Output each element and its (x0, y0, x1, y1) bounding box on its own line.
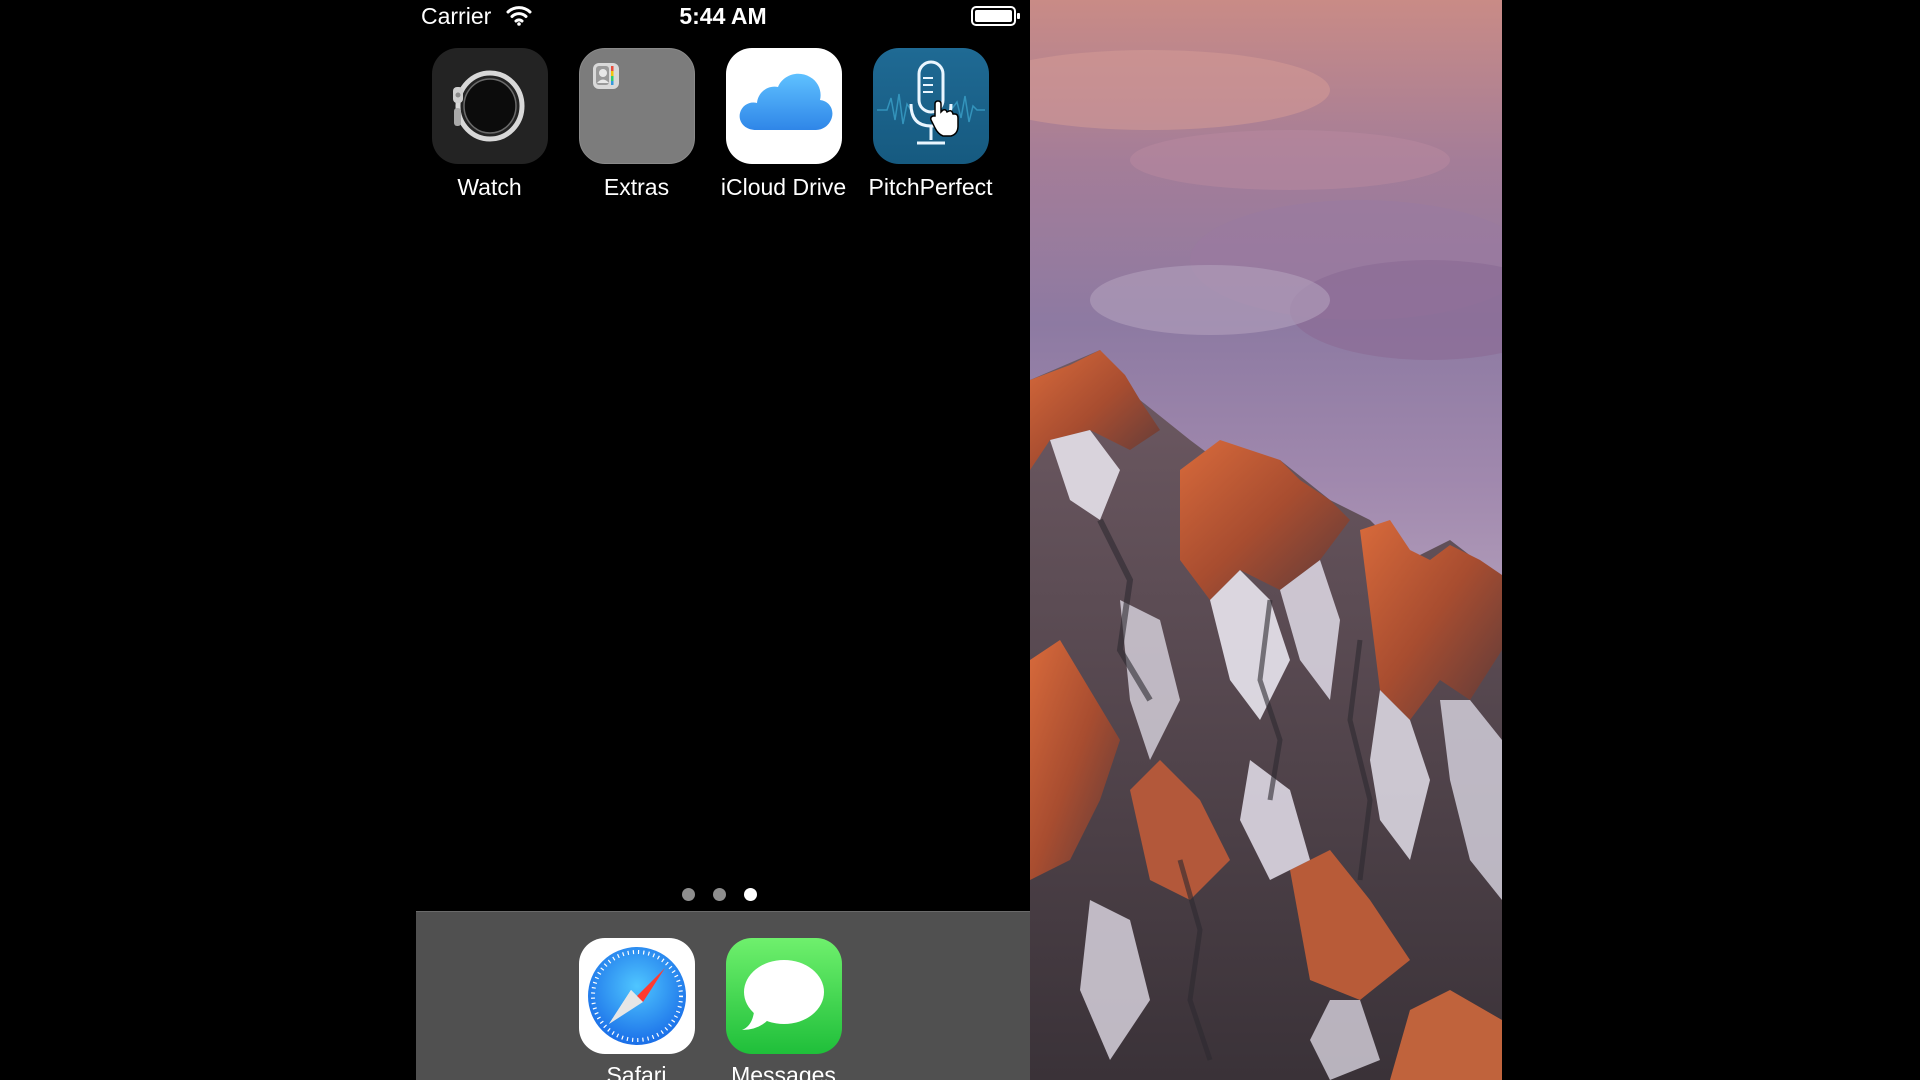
app-label: Safari (606, 1062, 667, 1080)
app-label: Messages (731, 1062, 836, 1080)
app-label: iCloud Drive (720, 174, 847, 200)
app-label: Extras (603, 174, 670, 200)
folder-icon (578, 48, 695, 164)
app-safari[interactable]: Safari (563, 938, 710, 1080)
app-icloud-drive[interactable]: iCloud Drive (710, 48, 857, 201)
app-label: PitchPerfect (868, 174, 993, 200)
compass-icon (578, 938, 695, 1054)
app-pitchperfect[interactable]: PitchPerfect (857, 48, 1004, 201)
cloud-icon (725, 48, 842, 164)
app-messages[interactable]: Messages (710, 938, 857, 1080)
microphone-icon (872, 48, 989, 164)
status-bar: Carrier 5:44 AM (416, 0, 1030, 34)
page-dot-current[interactable] (744, 888, 757, 901)
watch-app-icon (431, 48, 548, 164)
page-indicator[interactable] (416, 888, 1030, 902)
screen: Carrier 5:44 AM Watch Extras iCloud Driv… (0, 0, 1920, 1080)
app-watch[interactable]: Watch (416, 48, 563, 201)
battery-full-icon (971, 6, 1020, 26)
page-dot[interactable] (713, 888, 726, 901)
status-time: 5:44 AM (679, 3, 767, 29)
page-dot[interactable] (682, 888, 695, 901)
app-label: Watch (457, 174, 522, 200)
desktop-wallpaper (1030, 0, 1502, 1080)
folder-extras[interactable]: Extras (563, 48, 710, 201)
dock: Safari Messages (416, 911, 1030, 1080)
simulator-screen: Carrier 5:44 AM Watch Extras iCloud Driv… (416, 0, 1030, 1080)
speech-bubble-icon (725, 938, 842, 1054)
